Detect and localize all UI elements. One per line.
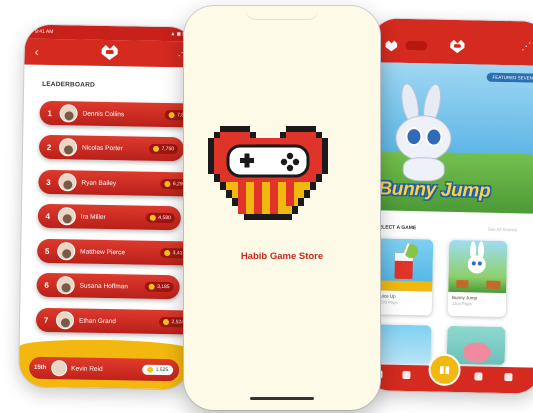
avatar: [57, 242, 76, 261]
game-card[interactable]: Juice Up 1520 Plays: [373, 238, 434, 316]
leaderboard-row[interactable]: 6 Susana Hoffman 3,185: [36, 272, 180, 300]
bunny-icon: [456, 241, 501, 289]
rank-tab-icon[interactable]: [402, 370, 411, 380]
home-indicator: [250, 397, 314, 400]
coin-icon: [163, 319, 170, 326]
game-thumbnail: [372, 324, 432, 364]
game-thumbnail: [374, 238, 434, 292]
rank-number: 6: [44, 280, 49, 290]
coin-icon: [164, 250, 171, 257]
game-thumbnail: [448, 239, 508, 294]
rank-number: 4: [45, 211, 51, 221]
player-name: Dennis Collins: [82, 110, 125, 118]
leaderboard-row[interactable]: 7 Ethan Grand 2,524: [35, 307, 195, 335]
phone-notch: [246, 6, 318, 20]
coin-icon: [147, 366, 154, 373]
score-value: 1,525: [155, 366, 169, 374]
game-subtitle: 1520 Plays: [377, 299, 398, 305]
rank-number: 2: [46, 142, 52, 152]
status-time: 9:41 AM: [34, 28, 54, 36]
player-name: Susana Hoffman: [79, 282, 128, 290]
coin-icon: [153, 145, 160, 152]
game-subtitle: 1204 Plays: [451, 300, 472, 307]
coin-icon: [149, 283, 156, 290]
current-user-rank: 15th: [33, 364, 47, 371]
score-badge: 3,185: [145, 281, 174, 293]
coin-icon: [150, 214, 157, 221]
leaderboard-row[interactable]: 2 Nicolas Porter 7,750: [38, 134, 185, 162]
game-card[interactable]: [372, 324, 432, 364]
rank-number: 7: [43, 315, 49, 325]
decorative-wave: [19, 338, 190, 358]
featured-label: FEATURED SEVENTY: [486, 72, 533, 83]
game-card[interactable]: Bunny Jump 1204 Plays: [447, 239, 508, 318]
store-name: Habib Game Store: [240, 251, 324, 262]
section-title: SELECT A GAME: [375, 224, 417, 232]
app-logo-icon: [101, 44, 118, 61]
profile-tab-icon[interactable]: [474, 372, 483, 381]
score-value: 3,185: [157, 283, 170, 291]
share-icon[interactable]: ⋰: [521, 41, 531, 52]
score-badge: 4,580: [146, 212, 175, 224]
status-icons: ▲ ◼ ▮: [170, 31, 186, 38]
bottom-tab-bar: ▮▮: [364, 353, 533, 394]
featured-game-title: Bunny Jump: [378, 178, 491, 202]
current-user-row[interactable]: 15th Kevin Reid 1,525: [28, 356, 180, 382]
back-arrow-icon[interactable]: ‹: [35, 45, 39, 59]
leaderboard-title: LEADERBOARD: [42, 80, 95, 89]
player-name: Ira Miller: [80, 213, 106, 221]
rank-number: 5: [44, 246, 50, 256]
brand-logo-icon: [450, 39, 465, 54]
featured-banner[interactable]: FEATURED SEVENTY ‹ › Bunny Jump: [367, 62, 533, 214]
player-name: Nicolas Porter: [81, 144, 123, 152]
avatar: [51, 360, 68, 377]
store-tab-icon[interactable]: [504, 373, 513, 382]
avatar: [56, 276, 75, 295]
bunny-character-illustration: [387, 81, 459, 182]
score-badge: 7,750: [149, 143, 179, 155]
avatar: [59, 104, 78, 123]
pixel-heart-controller-logo: [208, 126, 328, 220]
player-name: Ryan Bailey: [81, 179, 117, 187]
score-value: 2,524: [171, 319, 185, 326]
coin-balance-pill[interactable]: [405, 40, 428, 51]
score-value: 4,580: [158, 214, 171, 222]
see-all-link[interactable]: See All Games: [487, 227, 517, 233]
leaderboard-row[interactable]: 4 Ira Miller 4,580: [37, 203, 182, 231]
avatar: [55, 311, 75, 330]
current-user-name: Kevin Reid: [71, 364, 103, 373]
current-user-panel: 15th Kevin Reid 1,525: [18, 338, 190, 390]
leaderboard-row[interactable]: 1 Dennis Collins 7,800: [39, 100, 196, 128]
rank-number: 1: [47, 108, 52, 118]
score-value: 7,750: [161, 145, 175, 153]
app-bar: ‹ ⋰: [24, 38, 195, 68]
player-name: Ethan Grand: [78, 317, 116, 325]
app-bar: ⋰: [370, 18, 533, 66]
leaderboard-row[interactable]: 3 Ryan Bailey 6,295: [38, 169, 196, 197]
avatar: [58, 173, 77, 192]
score-badge: 1,525: [142, 364, 174, 376]
player-name: Matthew Pierce: [80, 248, 126, 256]
avatar: [57, 207, 76, 226]
avatar: [58, 138, 78, 157]
leaderboard-row[interactable]: 5 Matthew Pierce 3,417: [37, 238, 196, 266]
leaderboard-phone: 9:41 AM ▲ ◼ ▮ ‹ ⋰ LEADERBOARD 1 Dennis C…: [18, 24, 196, 390]
games-fab-icon[interactable]: ▮▮: [428, 353, 461, 387]
juice-cup-icon: [374, 243, 433, 292]
coin-icon: [169, 112, 176, 119]
splash-phone: Habib Game Store: [184, 6, 380, 410]
rank-number: 3: [46, 177, 51, 187]
app-logo-icon: [385, 40, 398, 52]
game-store-phone: ⋰ FEATURED SEVENTY ‹ › Bunny Jump SELECT…: [364, 18, 533, 394]
coin-icon: [164, 181, 171, 188]
